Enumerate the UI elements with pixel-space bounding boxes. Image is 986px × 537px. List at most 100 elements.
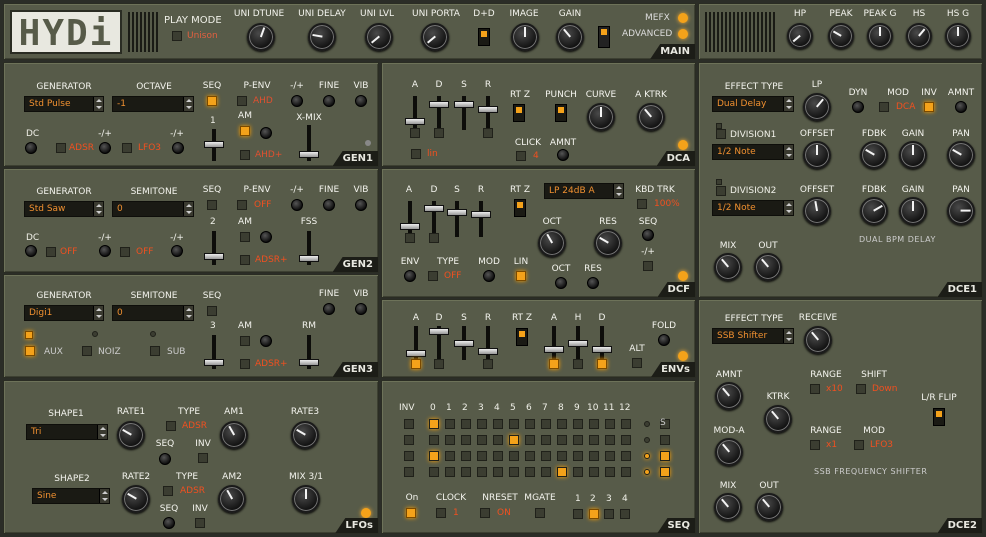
seq-step-cell[interactable] (589, 435, 599, 445)
gen1-am-toggle[interactable] (240, 126, 250, 136)
dca-a-mod[interactable] (410, 128, 420, 138)
seq-step-cell[interactable] (589, 451, 599, 461)
seq-nreset-checkbox[interactable] (480, 508, 490, 518)
dcf-d-slider[interactable] (424, 201, 444, 237)
seq-s-cell[interactable] (660, 467, 670, 477)
dca-d-mod[interactable] (434, 128, 444, 138)
seq-step-cell[interactable] (573, 467, 583, 477)
gen1-fine-knob[interactable] (323, 95, 335, 107)
seq-step-cell[interactable] (429, 419, 439, 429)
envs-led[interactable] (678, 351, 688, 361)
seq-step-cell[interactable] (525, 419, 535, 429)
gen1-dc-knob[interactable] (25, 142, 37, 154)
gen2-pm2-knob[interactable] (99, 245, 111, 257)
seq-step-cell[interactable] (493, 451, 503, 461)
gen1-am-knob[interactable] (260, 127, 272, 139)
seq-step-cell[interactable] (461, 435, 471, 445)
seq-step-cell[interactable] (525, 435, 535, 445)
dce1-pan1-knob[interactable] (947, 141, 975, 169)
env2-a-mod[interactable] (549, 359, 559, 369)
gen1-adsr-knob[interactable] (99, 142, 111, 154)
seq-step-cell[interactable] (477, 419, 487, 429)
dcf-mod-knob[interactable] (483, 270, 495, 282)
play-mode-checkbox[interactable] (172, 31, 182, 41)
seq-step-cell[interactable] (525, 451, 535, 461)
envs-rtz-toggle[interactable] (516, 328, 528, 346)
uni-porta-knob[interactable] (421, 23, 449, 51)
seq-inv-cell[interactable] (404, 451, 414, 461)
seq-step-cell[interactable] (621, 467, 631, 477)
seq-step4[interactable] (620, 509, 630, 519)
lfo-shape2-select[interactable]: Sine (32, 488, 110, 504)
seq-step-cell[interactable] (525, 467, 535, 477)
dce2-mod-checkbox[interactable] (854, 440, 864, 450)
dce1-div2-checkbox[interactable] (716, 186, 726, 196)
dcf-env-knob[interactable] (404, 270, 416, 282)
lfo-rate1-knob[interactable] (117, 421, 145, 449)
dcf-led[interactable] (678, 271, 688, 281)
gen2-am-mod-checkbox[interactable] (240, 255, 250, 265)
dce1-gain1-knob[interactable] (899, 141, 927, 169)
env1-s-slider[interactable] (454, 326, 474, 360)
gen1-lfo3-knob[interactable] (172, 142, 184, 154)
dce2-mix-knob[interactable] (714, 493, 742, 521)
lfo-seq2-knob[interactable] (163, 517, 175, 529)
dce2-out-knob[interactable] (755, 493, 783, 521)
gen1-vib-knob[interactable] (355, 95, 367, 107)
env2-d-mod[interactable] (597, 359, 607, 369)
dcf-lin-toggle[interactable] (516, 271, 526, 281)
seq-step-cell[interactable] (541, 419, 551, 429)
dcf-pm-checkbox[interactable] (643, 261, 653, 271)
dcf-res-knob[interactable] (594, 229, 622, 257)
gain-knob[interactable] (556, 23, 584, 51)
dca-led[interactable] (678, 140, 688, 150)
peak-g-knob[interactable] (867, 23, 893, 49)
seq-step-cell[interactable] (573, 435, 583, 445)
seq-step-cell[interactable] (541, 451, 551, 461)
gen1-led[interactable] (365, 140, 371, 146)
gen1-am-mod-checkbox[interactable] (240, 150, 250, 160)
gen2-pm3-knob[interactable] (171, 245, 183, 257)
seq-s-cell[interactable] (660, 451, 670, 461)
seq-step-cell[interactable] (605, 435, 615, 445)
dca-rtz-toggle[interactable] (513, 104, 525, 122)
dce2-range2-checkbox[interactable] (810, 440, 820, 450)
gen2-dc-knob[interactable] (25, 245, 37, 257)
gen3-am-knob[interactable] (260, 335, 272, 347)
dce1-div2-sync[interactable] (716, 179, 722, 185)
gen1-generator-select[interactable]: Std Pulse (24, 96, 104, 112)
seq-step-cell[interactable] (605, 419, 615, 429)
gen3-am-mod-checkbox[interactable] (240, 359, 250, 369)
seq-step-cell[interactable] (445, 419, 455, 429)
dce1-offset1-knob[interactable] (803, 141, 831, 169)
gen1-lfo3-checkbox[interactable] (122, 143, 132, 153)
lfo-am1-knob[interactable] (220, 421, 248, 449)
dce1-mix-knob[interactable] (714, 253, 742, 281)
dcf-kbdtrk-checkbox[interactable] (637, 199, 647, 209)
seq-step-cell[interactable] (429, 467, 439, 477)
dce1-lp-knob[interactable] (803, 93, 831, 121)
lfo-type-checkbox[interactable] (166, 421, 176, 431)
gen3-am-toggle[interactable] (240, 336, 250, 346)
seq-step-cell[interactable] (509, 451, 519, 461)
gen2-penv-checkbox[interactable] (237, 200, 247, 210)
seq-step-cell[interactable] (557, 451, 567, 461)
lfo-inv2-checkbox[interactable] (195, 518, 205, 528)
dca-a-slider[interactable] (405, 96, 425, 130)
seq-step-cell[interactable] (493, 419, 503, 429)
seq-step-cell[interactable] (557, 419, 567, 429)
dce1-effect-type-select[interactable]: Dual Delay (712, 96, 794, 112)
seq-step-cell[interactable] (541, 467, 551, 477)
gen2-off-checkbox[interactable] (120, 247, 130, 257)
dcf-rtz-toggle[interactable] (514, 199, 526, 217)
seq-inv-cell[interactable] (404, 467, 414, 477)
gen1-penv-checkbox[interactable] (237, 96, 247, 106)
seq-step-cell[interactable] (589, 467, 599, 477)
gen1-seq-toggle[interactable] (207, 96, 217, 106)
seq-step-cell[interactable] (621, 419, 631, 429)
env1-r-slider[interactable] (478, 326, 498, 360)
dce1-amnt-knob[interactable] (955, 101, 967, 113)
gen3-pitch-slider[interactable] (204, 335, 224, 369)
image-knob[interactable] (511, 23, 539, 51)
env2-h-mod[interactable] (573, 359, 583, 369)
